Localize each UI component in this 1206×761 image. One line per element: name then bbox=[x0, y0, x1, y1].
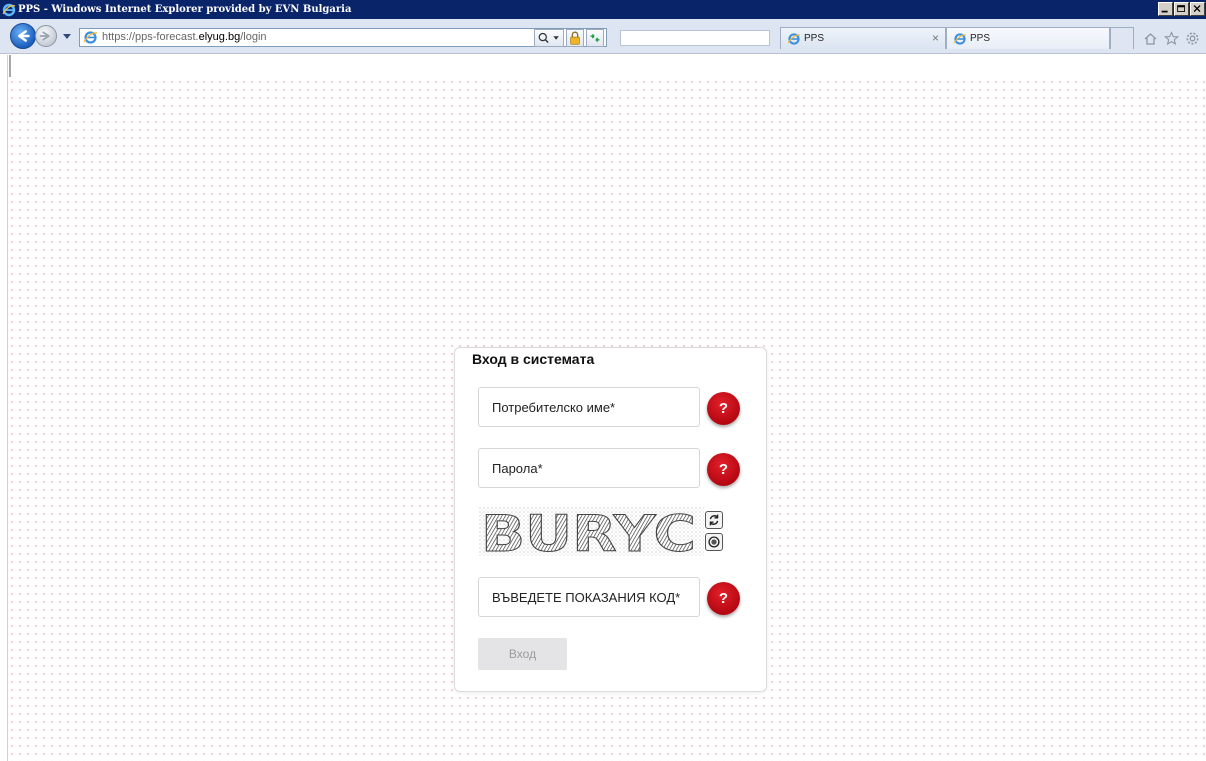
star-icon[interactable] bbox=[1164, 31, 1179, 46]
refresh-button[interactable] bbox=[586, 28, 604, 47]
refresh-captcha-icon bbox=[709, 514, 719, 526]
login-card: Вход в системата ? ? BURYC bbox=[454, 347, 767, 692]
address-bar[interactable]: https://pps-forecast.elyug.bg/login bbox=[79, 28, 607, 47]
window-controls bbox=[1158, 2, 1205, 16]
address-url[interactable]: https://pps-forecast.elyug.bg/login bbox=[102, 31, 267, 43]
window-titlebar: PPS - Windows Internet Explorer provided… bbox=[0, 0, 1206, 19]
new-tab-button[interactable] bbox=[1110, 27, 1134, 49]
maximize-button[interactable] bbox=[1174, 2, 1189, 16]
tab-label: PPS bbox=[804, 33, 825, 44]
forward-button[interactable] bbox=[35, 25, 57, 47]
browser-toolbar: https://pps-forecast.elyug.bg/login PPS … bbox=[0, 19, 1206, 54]
password-field[interactable] bbox=[478, 448, 700, 488]
ie-page-icon bbox=[953, 32, 967, 45]
back-button[interactable] bbox=[10, 23, 36, 49]
ie-logo-icon bbox=[2, 3, 16, 16]
tab-close-icon[interactable]: × bbox=[932, 31, 939, 45]
window-title: PPS - Windows Internet Explorer provided… bbox=[18, 4, 352, 15]
gear-icon[interactable] bbox=[1185, 31, 1200, 46]
lock-icon bbox=[570, 31, 580, 45]
refresh-icon bbox=[590, 33, 600, 42]
captcha-text: BURYC bbox=[481, 507, 696, 556]
address-tools bbox=[534, 28, 604, 47]
tab-pps-1[interactable]: PPS × bbox=[780, 27, 946, 49]
login-title: Вход в системата bbox=[472, 351, 595, 367]
captcha-audio-button[interactable] bbox=[705, 533, 723, 551]
username-field[interactable] bbox=[478, 387, 700, 427]
home-icon[interactable] bbox=[1143, 31, 1158, 46]
page-left-strip bbox=[9, 55, 11, 77]
ie-page-icon bbox=[787, 32, 801, 45]
minimize-button[interactable] bbox=[1158, 2, 1173, 16]
tab-pps-2[interactable]: PPS bbox=[946, 27, 1110, 49]
search-dropdown-button[interactable] bbox=[534, 28, 564, 47]
password-help-button[interactable]: ? bbox=[707, 453, 740, 486]
recent-pages-dropdown-icon[interactable] bbox=[62, 31, 72, 41]
close-button[interactable] bbox=[1190, 2, 1205, 16]
blank-toolbar-field[interactable] bbox=[620, 30, 770, 46]
captcha-code-input[interactable] bbox=[479, 578, 699, 616]
username-input[interactable] bbox=[479, 388, 699, 426]
audio-captcha-icon bbox=[708, 536, 720, 548]
login-button[interactable]: Вход bbox=[478, 638, 567, 670]
username-help-button[interactable]: ? bbox=[707, 392, 740, 425]
captcha-image: BURYC bbox=[479, 507, 704, 556]
back-arrow-icon bbox=[18, 30, 30, 42]
tab-label: PPS bbox=[970, 33, 991, 44]
search-icon bbox=[538, 32, 559, 43]
browser-command-icons bbox=[1143, 31, 1200, 46]
captcha-refresh-button[interactable] bbox=[705, 511, 723, 529]
code-help-button[interactable]: ? bbox=[707, 582, 740, 615]
security-lock-button[interactable] bbox=[566, 28, 584, 47]
ie-page-icon bbox=[83, 31, 98, 44]
password-input[interactable] bbox=[479, 449, 699, 487]
captcha-code-field[interactable] bbox=[478, 577, 700, 617]
forward-arrow-icon bbox=[39, 31, 50, 41]
